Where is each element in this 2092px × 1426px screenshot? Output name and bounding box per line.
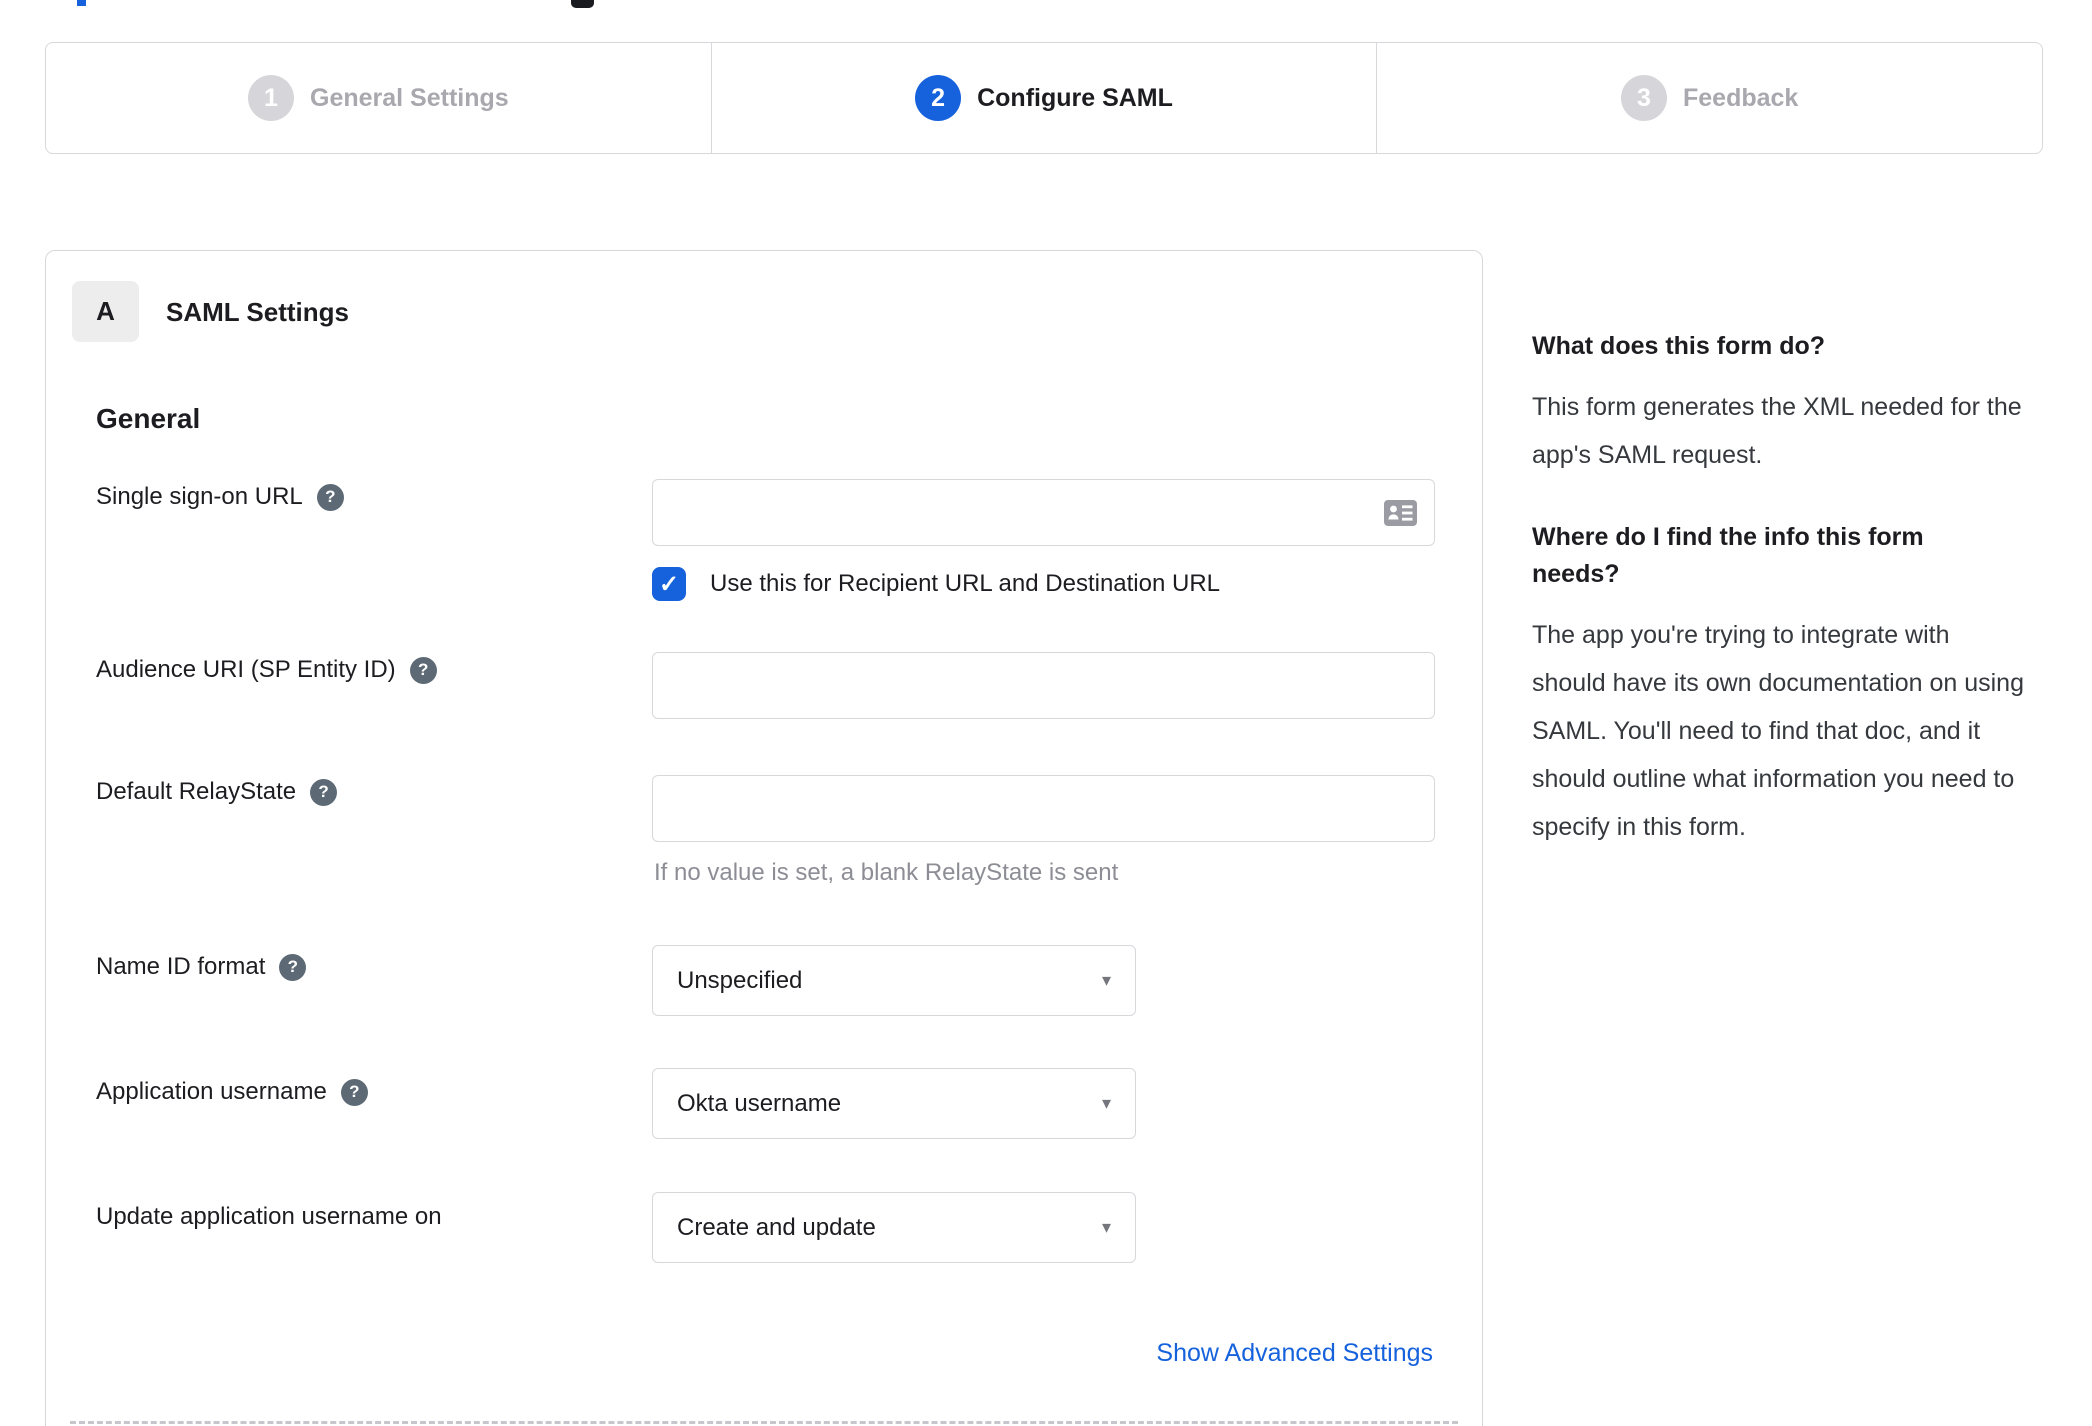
help-body: This form generates the XML needed for t… xyxy=(1532,393,2022,469)
application-username-label: Application username ? xyxy=(96,1078,368,1106)
help-body: The app you're trying to integrate with … xyxy=(1532,621,2024,841)
update-app-username-value: Create and update xyxy=(677,1213,876,1241)
chevron-down-icon: ▾ xyxy=(1101,970,1111,990)
update-app-username-label: Update application username on xyxy=(96,1203,442,1230)
name-id-format-select[interactable]: Unspecified ▾ xyxy=(652,945,1136,1016)
general-section-heading: General xyxy=(96,403,201,434)
audience-uri-input[interactable] xyxy=(652,652,1435,719)
dashed-section-divider xyxy=(70,1421,1458,1424)
relay-state-hint: If no value is set, a blank RelayState i… xyxy=(654,859,1119,886)
step-2-label: Configure SAML xyxy=(977,83,1173,112)
contact-card-icon xyxy=(1384,500,1417,531)
step-configure-saml[interactable]: 2 Configure SAML xyxy=(710,43,1377,153)
section-a-badge: A xyxy=(72,281,139,342)
help-block-what: What does this form do? This form genera… xyxy=(1532,328,2024,479)
step-3-label: Feedback xyxy=(1683,83,1799,112)
help-sidebar: What does this form do? This form genera… xyxy=(1532,328,2024,851)
audience-uri-label: Audience URI (SP Entity ID) ? xyxy=(96,656,437,684)
clipped-blue-element xyxy=(77,0,86,6)
relay-state-input[interactable] xyxy=(652,775,1435,842)
recipient-url-checkbox-label: Use this for Recipient URL and Destinati… xyxy=(710,570,1221,597)
application-username-select[interactable]: Okta username ▾ xyxy=(652,1068,1136,1139)
step-1-label: General Settings xyxy=(310,83,509,112)
help-block-where: Where do I find the info this form needs… xyxy=(1532,519,2024,851)
update-app-username-select[interactable]: Create and update ▾ xyxy=(652,1192,1136,1263)
show-advanced-settings-link[interactable]: Show Advanced Settings xyxy=(1156,1339,1433,1368)
sso-url-help-icon[interactable]: ? xyxy=(316,483,344,511)
help-heading: Where do I find the info this form needs… xyxy=(1532,523,1924,588)
step-2-number-badge: 2 xyxy=(915,75,962,121)
saml-settings-panel: A SAML Settings General Single sign-on U… xyxy=(45,250,1483,1426)
name-id-format-value: Unspecified xyxy=(677,966,803,994)
step-1-number-badge: 1 xyxy=(248,75,294,121)
help-heading: What does this form do? xyxy=(1532,332,1826,360)
recipient-url-checkbox-row: ✓ Use this for Recipient URL and Destina… xyxy=(652,567,1220,601)
chevron-down-icon: ▾ xyxy=(1101,1093,1111,1113)
clipped-dark-icon xyxy=(571,0,594,8)
relay-state-help-icon[interactable]: ? xyxy=(310,778,338,806)
audience-uri-help-icon[interactable]: ? xyxy=(409,656,437,684)
application-username-help-icon[interactable]: ? xyxy=(340,1078,368,1106)
application-username-value: Okta username xyxy=(677,1089,842,1117)
sso-url-label: Single sign-on URL ? xyxy=(96,483,344,511)
wizard-stepper: 1 General Settings 2 Configure SAML 3 Fe… xyxy=(45,42,2043,154)
step-feedback[interactable]: 3 Feedback xyxy=(1376,43,2042,153)
name-id-format-label: Name ID format ? xyxy=(96,953,307,981)
relay-state-label: Default RelayState ? xyxy=(96,778,338,806)
saml-wizard-page: 1 General Settings 2 Configure SAML 3 Fe… xyxy=(0,0,2092,1426)
step-general-settings[interactable]: 1 General Settings xyxy=(46,43,711,153)
sso-url-input-wrap xyxy=(652,479,1435,546)
panel-title: SAML Settings xyxy=(166,297,349,327)
sso-url-input[interactable] xyxy=(652,479,1435,546)
step-3-number-badge: 3 xyxy=(1621,75,1667,121)
name-id-format-help-icon[interactable]: ? xyxy=(279,953,307,981)
chevron-down-icon: ▾ xyxy=(1101,1217,1111,1237)
recipient-url-checkbox[interactable]: ✓ xyxy=(652,567,686,601)
